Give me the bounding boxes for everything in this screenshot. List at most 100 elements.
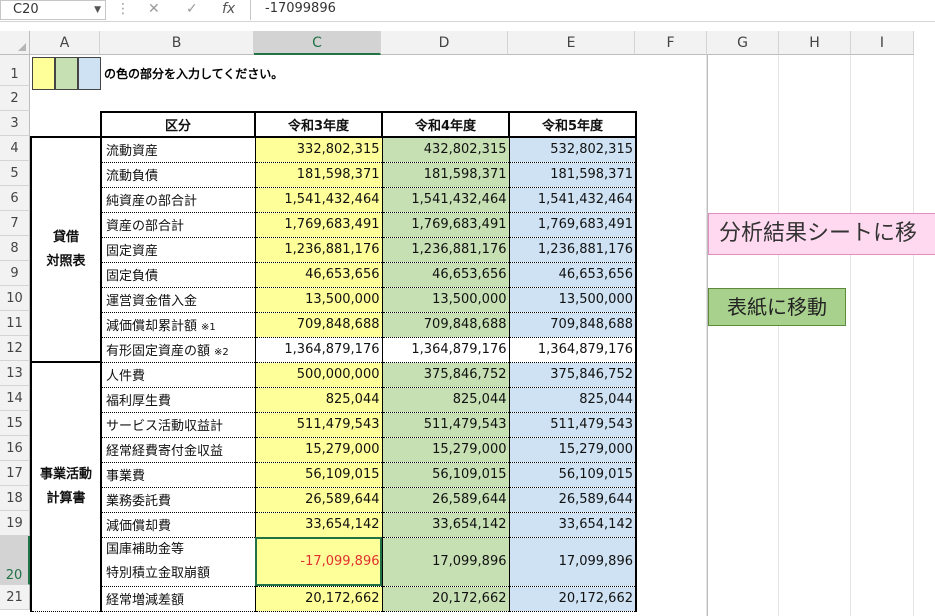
item-label[interactable]: 国庫補助金等 特別積立金取崩額 xyxy=(101,536,256,587)
column-header-g[interactable]: G xyxy=(707,31,779,55)
value-y5[interactable]: 17,099,896 xyxy=(509,536,637,587)
value-y5[interactable]: 1,769,683,491 xyxy=(509,211,637,238)
value-y4[interactable]: 709,848,688 xyxy=(382,311,510,338)
value-y4[interactable]: 56,109,015 xyxy=(382,461,510,488)
chevron-down-icon[interactable]: ▼ xyxy=(94,1,101,19)
formula-input[interactable]: -17099896 xyxy=(250,0,935,20)
row-header-21[interactable]: 21 xyxy=(0,585,30,610)
value-y4[interactable]: 432,802,315 xyxy=(382,136,510,163)
more-options-icon[interactable]: ⋮ xyxy=(116,0,130,20)
value-y3[interactable]: 511,479,543 xyxy=(255,411,383,438)
column-header-i[interactable]: I xyxy=(851,31,914,55)
item-label[interactable]: 固定資産 xyxy=(101,236,256,263)
row-header-2[interactable]: 2 xyxy=(0,86,30,111)
value-y3[interactable]: 13,500,000 xyxy=(255,286,383,313)
name-box[interactable]: C20 ▼ xyxy=(0,0,106,20)
header-y5[interactable]: 令和5年度 xyxy=(508,111,637,138)
item-label[interactable]: 減価償却費 xyxy=(101,511,256,538)
value-y5[interactable]: 13,500,000 xyxy=(509,286,637,313)
value-y4[interactable]: 17,099,896 xyxy=(382,536,510,587)
value-y4[interactable]: 181,598,371 xyxy=(382,161,510,188)
row-header-16[interactable]: 16 xyxy=(0,436,30,461)
value-y4[interactable]: 375,846,752 xyxy=(382,361,510,388)
go-to-analysis-button[interactable]: 分析結果シートに移 xyxy=(708,213,935,255)
row-header-19[interactable]: 19 xyxy=(0,511,30,536)
row-header-7[interactable]: 7 xyxy=(0,211,30,236)
row-header-13[interactable]: 13 xyxy=(0,361,30,386)
item-label[interactable]: サービス活動収益計 xyxy=(101,411,256,438)
value-y5[interactable]: 26,589,644 xyxy=(509,486,637,513)
row-header-20[interactable]: 20 xyxy=(0,536,30,585)
value-y5[interactable]: 532,802,315 xyxy=(509,136,637,163)
insert-function-icon[interactable]: fx xyxy=(222,0,235,20)
column-header-b[interactable]: B xyxy=(100,31,254,55)
column-header-d[interactable]: D xyxy=(381,31,508,55)
value-y3[interactable]: 46,653,656 xyxy=(255,261,383,288)
value-y3[interactable]: 709,848,688 xyxy=(255,311,383,338)
value-y4[interactable]: 825,044 xyxy=(382,386,510,413)
value-y3[interactable]: 1,236,881,176 xyxy=(255,236,383,263)
item-label[interactable]: 業務委託費 xyxy=(101,486,256,513)
header-y3[interactable]: 令和3年度 xyxy=(254,111,383,138)
value-y4[interactable]: 1,236,881,176 xyxy=(382,236,510,263)
value-y5[interactable]: 20,172,662 xyxy=(509,585,637,612)
value-y3[interactable]: -17,099,896 xyxy=(255,536,383,587)
row-header-3[interactable]: 3 xyxy=(0,111,30,136)
row-header-8[interactable]: 8 xyxy=(0,236,30,261)
item-label[interactable]: 流動負債 xyxy=(101,161,256,188)
item-label[interactable]: 純資産の部合計 xyxy=(101,186,256,213)
value-y5[interactable]: 375,846,752 xyxy=(509,361,637,388)
value-y3[interactable]: 181,598,371 xyxy=(255,161,383,188)
column-header-e[interactable]: E xyxy=(508,31,635,55)
value-y5[interactable]: 1,364,879,176 xyxy=(509,336,637,363)
value-y3[interactable]: 33,654,142 xyxy=(255,511,383,538)
value-y4[interactable]: 511,479,543 xyxy=(382,411,510,438)
value-y3[interactable]: 20,172,662 xyxy=(255,585,383,612)
value-y3[interactable]: 15,279,000 xyxy=(255,436,383,463)
column-header-h[interactable]: H xyxy=(779,31,851,55)
row-header-14[interactable]: 14 xyxy=(0,386,30,411)
item-label[interactable]: 運営資金借入金 xyxy=(101,286,256,313)
row-header-17[interactable]: 17 xyxy=(0,461,30,486)
value-y4[interactable]: 20,172,662 xyxy=(382,585,510,612)
value-y5[interactable]: 1,541,432,464 xyxy=(509,186,637,213)
row-header-15[interactable]: 15 xyxy=(0,411,30,436)
value-y4[interactable]: 13,500,000 xyxy=(382,286,510,313)
row-header-18[interactable]: 18 xyxy=(0,486,30,511)
value-y3[interactable]: 825,044 xyxy=(255,386,383,413)
value-y3[interactable]: 1,541,432,464 xyxy=(255,186,383,213)
row-header-4[interactable]: 4 xyxy=(0,136,30,161)
value-y5[interactable]: 15,279,000 xyxy=(509,436,637,463)
column-header-c[interactable]: C xyxy=(254,31,381,55)
column-header-a[interactable]: A xyxy=(30,31,100,55)
value-y5[interactable]: 181,598,371 xyxy=(509,161,637,188)
row-header-10[interactable]: 10 xyxy=(0,286,30,311)
value-y4[interactable]: 15,279,000 xyxy=(382,436,510,463)
value-y5[interactable]: 56,109,015 xyxy=(509,461,637,488)
item-label[interactable]: 事業費 xyxy=(101,461,256,488)
value-y3[interactable]: 500,000,000 xyxy=(255,361,383,388)
cancel-icon[interactable]: ✕ xyxy=(148,0,160,20)
item-label[interactable]: 人件費 xyxy=(101,361,256,388)
row-header-1[interactable]: 1 xyxy=(0,55,30,86)
item-label[interactable]: 資産の部合計 xyxy=(101,211,256,238)
go-to-cover-button[interactable]: 表紙に移動 xyxy=(708,288,846,326)
group-balance-sheet[interactable]: 貸借 対照表 xyxy=(30,136,102,363)
value-y3[interactable]: 332,802,315 xyxy=(255,136,383,163)
value-y3[interactable]: 1,364,879,176 xyxy=(255,336,383,363)
value-y4[interactable]: 1,364,879,176 xyxy=(382,336,510,363)
item-label[interactable]: 固定負債 xyxy=(101,261,256,288)
row-header-6[interactable]: 6 xyxy=(0,186,30,211)
value-y4[interactable]: 46,653,656 xyxy=(382,261,510,288)
value-y4[interactable]: 33,654,142 xyxy=(382,511,510,538)
row-header-9[interactable]: 9 xyxy=(0,261,30,286)
item-label[interactable]: 減価償却累計額 ※1 xyxy=(101,311,256,338)
row-header-11[interactable]: 11 xyxy=(0,311,30,336)
header-y4[interactable]: 令和4年度 xyxy=(381,111,510,138)
value-y5[interactable]: 825,044 xyxy=(509,386,637,413)
column-header-f[interactable]: F xyxy=(635,31,707,55)
value-y4[interactable]: 1,541,432,464 xyxy=(382,186,510,213)
group-activity-statement[interactable]: 事業活動 計算書 xyxy=(30,361,102,612)
value-y5[interactable]: 709,848,688 xyxy=(509,311,637,338)
select-all-button[interactable] xyxy=(0,31,30,55)
